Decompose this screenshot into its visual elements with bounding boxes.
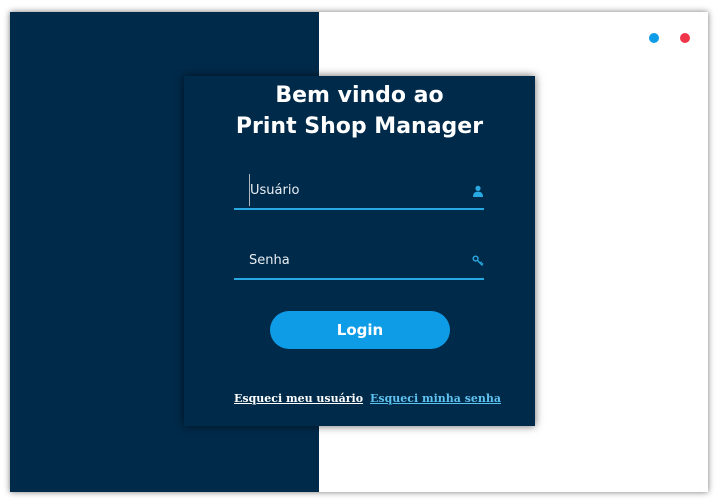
minimize-button[interactable] [649,33,659,43]
close-button[interactable] [680,33,690,43]
title-line-1: Bem vindo ao [275,83,444,108]
login-card: Bem vindo ao Print Shop Manager Login [184,76,535,426]
forgot-username-link[interactable]: Esqueci meu usuário [234,392,363,405]
app-window: Bem vindo ao Print Shop Manager Login [10,12,708,492]
password-input[interactable] [234,244,469,276]
username-input[interactable] [249,174,455,206]
username-field [234,174,484,210]
password-field [234,244,484,280]
forgot-password-link[interactable]: Esqueci minha senha [370,392,501,405]
page-title: Bem vindo ao Print Shop Manager [184,80,535,142]
user-icon [472,184,484,197]
key-icon [472,254,484,266]
login-button[interactable]: Login [270,311,450,349]
title-line-2: Print Shop Manager [235,114,484,139]
